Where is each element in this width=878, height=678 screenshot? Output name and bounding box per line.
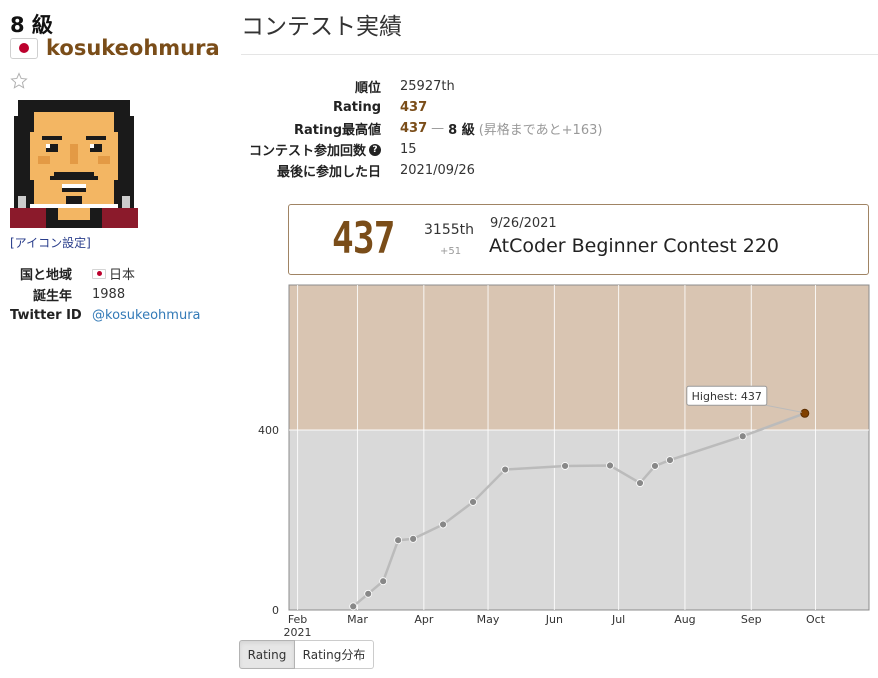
japan-flag-icon <box>92 268 106 279</box>
user-avatar <box>10 100 138 228</box>
stats-row-max-rating: Rating最高値 437 — 8 級 (昇格まであと+163) <box>220 118 602 139</box>
profile-key: 誕生年 <box>32 289 72 304</box>
country-value: 日本 <box>109 268 136 283</box>
stats-key: 最後に参加した日 <box>276 165 381 180</box>
chart-tabs: Rating Rating分布 <box>239 640 374 669</box>
x-tick-sublabel: 2021 <box>284 626 312 639</box>
rating-value: 437 <box>400 100 428 115</box>
rating-line <box>352 412 806 608</box>
stats-table: 順位 25927th Rating 437 Rating最高値 437 — 8 … <box>220 76 602 181</box>
user-name-line: kosukeohmura <box>10 36 220 60</box>
last-contest-value: 2021/09/26 <box>400 163 475 178</box>
rating-point <box>666 456 674 465</box>
rating-band-0 <box>289 429 869 610</box>
rating-point <box>501 465 510 474</box>
stats-row-last-contest: 最後に参加した日 2021/09/26 <box>220 160 602 181</box>
profile-value: 日本 <box>92 264 135 283</box>
profile-row-country: 国と地域 日本 <box>10 263 201 284</box>
contest-name[interactable]: AtCoder Beginner Contest 220 <box>489 235 779 257</box>
rating-point <box>349 602 358 611</box>
profile-key: Twitter ID <box>10 308 82 323</box>
x-tick-label: May <box>477 613 500 626</box>
contest-count-value: 15 <box>400 142 417 157</box>
x-tick-label: Jun <box>545 613 563 626</box>
stats-row-rank: 順位 25927th <box>220 76 602 97</box>
title-divider <box>241 54 878 55</box>
profile-row-birth-year: 誕生年 1988 <box>10 284 201 305</box>
contest-count-label: コンテスト参加回数 <box>248 144 366 159</box>
username[interactable]: kosukeohmura <box>46 36 220 60</box>
rating-point <box>606 461 614 470</box>
max-rating-dash: — <box>431 121 445 136</box>
x-tick-label: Jul <box>611 613 625 626</box>
promotion-note: (昇格まであと+163) <box>478 123 603 138</box>
stats-key: コンテスト参加回数 ? <box>220 140 381 159</box>
y-tick-label: 0 <box>272 604 279 617</box>
rating-point <box>636 479 644 487</box>
stats-row-rating: Rating 437 <box>220 97 602 118</box>
rating-point <box>409 534 418 543</box>
profile-key: 国と地域 <box>19 268 72 283</box>
contest-rating: 437 <box>332 213 396 264</box>
contest-date: 9/26/2021 <box>490 216 557 231</box>
plot-border <box>288 284 870 611</box>
highest-point <box>800 408 810 418</box>
rating-point <box>439 520 447 529</box>
page-title: コンテスト実績 <box>241 14 402 40</box>
rating-point <box>561 462 569 470</box>
y-tick-label: 400 <box>258 424 279 437</box>
max-grade: 8 級 <box>448 123 475 138</box>
birth-year-value: 1988 <box>92 287 126 302</box>
rating-point <box>651 462 659 470</box>
tooltip-pointer <box>760 403 802 413</box>
rating-point <box>364 589 373 598</box>
x-tick-label: Mar <box>347 613 368 626</box>
tab-rating-distribution[interactable]: Rating分布 <box>295 640 374 669</box>
stats-row-contest-count: コンテスト参加回数 ? 15 <box>220 139 602 160</box>
rating-band-1 <box>289 285 869 430</box>
rank-value: 25927th <box>400 79 455 94</box>
rating-point <box>469 498 477 506</box>
x-tick-label: Aug <box>674 613 695 626</box>
twitter-link[interactable]: @kosukeohmura <box>92 308 201 323</box>
contest-info-box: 437 3155th +51 9/26/2021 AtCoder Beginne… <box>288 204 869 275</box>
stats-key: Rating <box>332 100 381 115</box>
highest-tooltip <box>686 385 768 406</box>
user-grade: 8 級 <box>10 13 53 37</box>
rating-diff: +51 <box>440 246 462 257</box>
x-tick-label: Oct <box>806 613 826 626</box>
x-tick-label: Sep <box>741 613 762 626</box>
contest-place: 3155th <box>424 222 474 238</box>
profile-row-twitter: Twitter ID @kosukeohmura <box>10 305 201 326</box>
x-tick-label: Feb <box>288 613 307 626</box>
help-icon[interactable]: ? <box>369 143 381 156</box>
stats-key: 順位 <box>354 81 381 96</box>
max-rating-group: 437 — 8 級 (昇格まであと+163) <box>400 119 602 138</box>
rating-point <box>394 536 403 545</box>
stats-key: Rating最高値 <box>293 123 381 138</box>
rating-point <box>379 577 388 586</box>
tab-rating[interactable]: Rating <box>239 640 295 669</box>
profile-fields: 国と地域 日本 誕生年 1988 Twitter ID @kosukeohmur… <box>10 263 201 326</box>
star-icon[interactable] <box>10 72 28 90</box>
max-rating-value: 437 <box>400 121 428 136</box>
x-tick-label: Apr <box>414 613 434 626</box>
japan-flag-icon <box>10 37 38 59</box>
highest-tooltip-text: Highest: 437 <box>692 390 762 403</box>
rating-point <box>738 432 747 441</box>
icon-setting-link[interactable]: [アイコン設定] <box>10 234 91 251</box>
